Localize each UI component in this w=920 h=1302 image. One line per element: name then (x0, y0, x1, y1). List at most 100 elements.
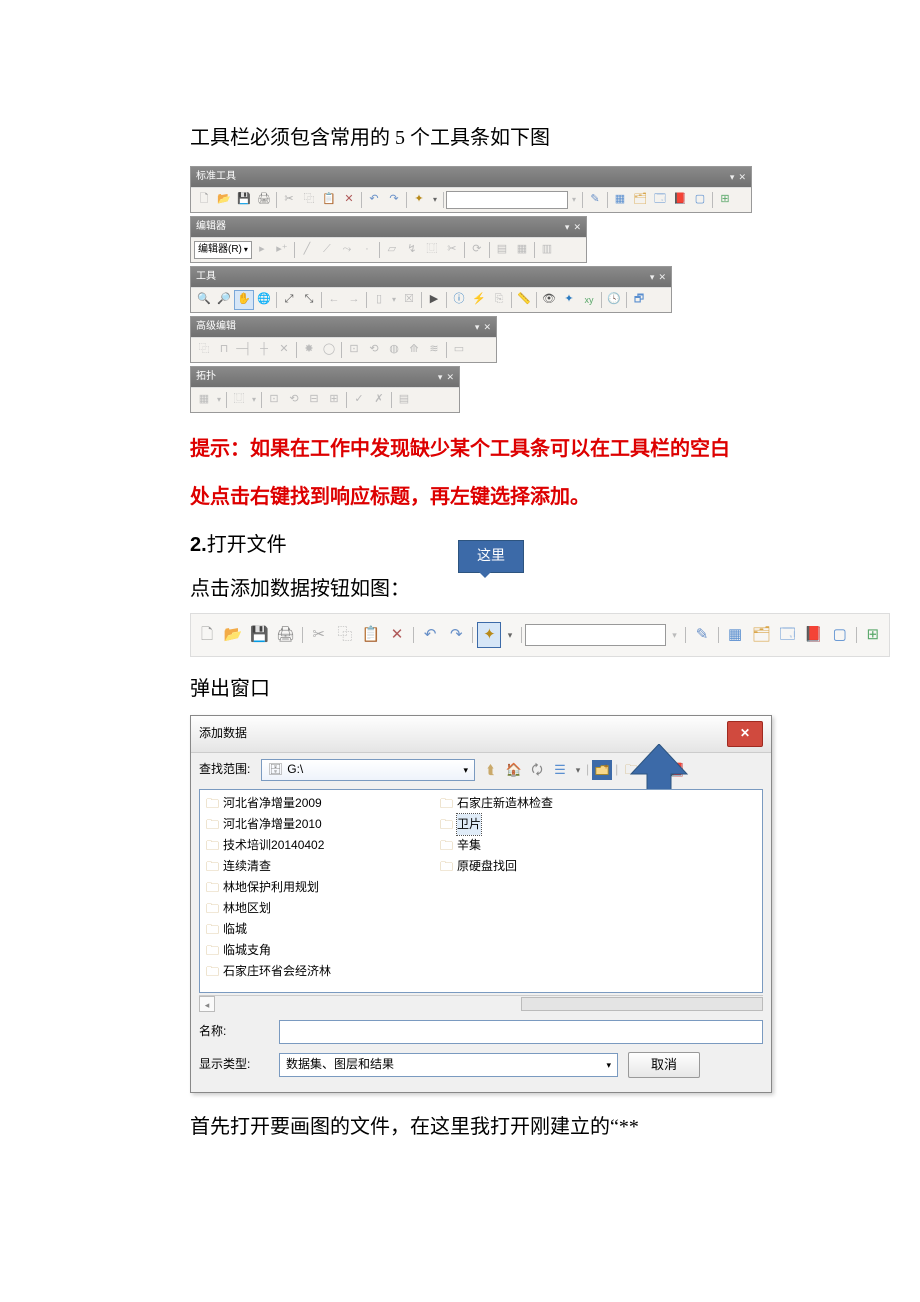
up-folder-icon[interactable]: ⮬ (481, 760, 501, 780)
python-icon[interactable]: ▢ (690, 190, 710, 210)
print-icon[interactable]: 🖨 (273, 622, 297, 648)
trace-icon[interactable]: ⤳ (337, 240, 357, 260)
scroll-left-icon[interactable]: ◂ (199, 996, 215, 1012)
topology-menu-icon[interactable]: ▦ (194, 390, 214, 410)
copy-icon[interactable]: ⿻ (333, 622, 357, 648)
edit-annotation-icon[interactable]: ▸⁺ (272, 240, 292, 260)
list-item[interactable]: 🗀临城支角 (204, 941, 398, 961)
construct-icon[interactable]: ◯ (319, 340, 339, 360)
rectangle-icon[interactable]: ▭ (449, 340, 469, 360)
python-icon[interactable]: ▢ (828, 622, 852, 648)
search-window-icon[interactable]: 🗔 (650, 190, 670, 210)
table-icon[interactable]: ▦ (723, 622, 747, 648)
paste-icon[interactable]: 📋 (319, 190, 339, 210)
dropdown-icon[interactable]: ▾ (565, 219, 570, 235)
scale-input[interactable] (446, 191, 568, 209)
list-item[interactable]: 🗀河北省净增量2010 (204, 815, 398, 835)
editor-toolbar-icon[interactable]: ✎ (690, 622, 714, 648)
fillet-icon[interactable]: ⊓ (214, 340, 234, 360)
editor-menu-dropdown[interactable]: 编辑器(R)▾ (194, 241, 252, 259)
back-icon[interactable]: ← (324, 290, 344, 310)
type-dropdown[interactable]: 数据集、图层和结果 ▾ (279, 1053, 618, 1077)
measure-icon[interactable]: 📏 (514, 290, 534, 310)
dropdown-icon[interactable]: ▾ (568, 190, 580, 210)
connect-folder-icon[interactable]: + (592, 760, 612, 780)
fix-error-icon[interactable]: ✗ (369, 390, 389, 410)
fixed-zoom-out-icon[interactable]: ⤡ (299, 290, 319, 310)
identify-icon[interactable]: ⓘ (449, 290, 469, 310)
dropdown-icon[interactable]: ▾ (503, 622, 516, 648)
dropdown-icon[interactable]: ▾ (730, 169, 735, 185)
align-edge-icon[interactable]: ⊡ (344, 340, 364, 360)
copy-icon[interactable]: ⿻ (299, 190, 319, 210)
list-item-selected[interactable]: 🗀卫片 (438, 815, 632, 835)
reshape-edge-icon[interactable]: ⊟ (304, 390, 324, 410)
explode-icon[interactable]: ✸ (299, 340, 319, 360)
find-icon[interactable]: 👁 (539, 290, 559, 310)
clear-selection-icon[interactable]: ☒ (399, 290, 419, 310)
print-icon[interactable]: 🖨 (254, 190, 274, 210)
edit-vertices-icon[interactable]: ▱ (382, 240, 402, 260)
edit-tool-icon[interactable]: ▸ (252, 240, 272, 260)
cut-polygons-icon[interactable]: ⿶ (422, 240, 442, 260)
list-item[interactable]: 🗀临城 (204, 920, 398, 940)
copy-feature-icon[interactable]: ⿻ (194, 340, 214, 360)
delete-icon[interactable]: ✕ (385, 622, 409, 648)
search-window-icon[interactable]: 🗔 (775, 622, 799, 648)
zoom-out-icon[interactable]: 🔎 (214, 290, 234, 310)
list-item[interactable]: 🗀河北省净增量2009 (204, 794, 398, 814)
scale-input[interactable] (525, 624, 666, 646)
extend-icon[interactable]: ─┤ (234, 340, 254, 360)
dropdown-icon[interactable]: ▾ (438, 369, 443, 385)
cut-icon[interactable]: ✂ (307, 622, 331, 648)
hyperlink-icon[interactable]: ⚡ (469, 290, 489, 310)
dialog-close-button[interactable]: ✕ (727, 721, 763, 747)
editor-toolbar-icon[interactable]: ✎ (585, 190, 605, 210)
save-icon[interactable]: 💾 (234, 190, 254, 210)
undo-icon[interactable]: ↶ (418, 622, 442, 648)
redo-icon[interactable]: ↷ (384, 190, 404, 210)
table-icon[interactable]: ▦ (610, 190, 630, 210)
validate-topology-icon[interactable]: ✓ (349, 390, 369, 410)
dropdown-icon[interactable]: ▾ (389, 290, 399, 310)
close-icon[interactable]: ✕ (738, 169, 746, 185)
generalize-icon[interactable]: ⟰ (404, 340, 424, 360)
save-icon[interactable]: 💾 (247, 622, 271, 648)
list-item[interactable]: 🗀林地保护利用规划 (204, 878, 398, 898)
undo-icon[interactable]: ↶ (364, 190, 384, 210)
split-icon[interactable]: ✂ (442, 240, 462, 260)
list-item[interactable]: 🗀石家庄新造林检查 (438, 794, 632, 814)
viewer-icon[interactable]: 🗗 (629, 290, 649, 310)
catalog-icon[interactable]: 🗂 (630, 190, 650, 210)
lookin-dropdown[interactable]: 🗄G:\ ▾ (261, 759, 475, 781)
html-popup-icon[interactable]: ⎘ (489, 290, 509, 310)
close-icon[interactable]: ✕ (483, 319, 491, 335)
pan-icon[interactable]: ✋ (234, 290, 254, 310)
model-builder-icon[interactable]: ⊞ (715, 190, 735, 210)
dropdown-icon[interactable]: ▾ (668, 622, 681, 648)
forward-icon[interactable]: → (344, 290, 364, 310)
arc-segment-icon[interactable]: ⟋ (317, 240, 337, 260)
line-intersect-icon[interactable]: ✕ (274, 340, 294, 360)
folder-list[interactable]: 🗀河北省净增量2009 🗀河北省净增量2010 🗀技术培训20140402 🗀连… (199, 789, 763, 993)
refresh-icon[interactable]: 🗘 (527, 760, 547, 780)
list-item[interactable]: 🗀技术培训20140402 (204, 836, 398, 856)
select-topology-icon[interactable]: ⿶ (229, 390, 249, 410)
close-icon[interactable]: ✕ (573, 219, 581, 235)
name-input[interactable] (279, 1020, 763, 1044)
list-item[interactable]: 🗀林地区划 (204, 899, 398, 919)
go-to-xy-icon[interactable]: xy (579, 290, 599, 310)
construct-geodetic-icon[interactable]: ◍ (384, 340, 404, 360)
paste-icon[interactable]: 📋 (359, 622, 383, 648)
attributes-icon[interactable]: ▤ (492, 240, 512, 260)
add-data-icon[interactable]: ✦ (409, 190, 429, 210)
toolbox-icon[interactable]: 📕 (802, 622, 826, 648)
point-icon[interactable]: · (357, 240, 377, 260)
dropdown-icon[interactable]: ▾ (249, 390, 259, 410)
sketch-properties-icon[interactable]: ▦ (512, 240, 532, 260)
dropdown-icon[interactable]: ▾ (573, 760, 583, 780)
cut-icon[interactable]: ✂ (279, 190, 299, 210)
dropdown-icon[interactable]: ▾ (475, 319, 480, 335)
trim-icon[interactable]: ┼ (254, 340, 274, 360)
dropdown-icon[interactable]: ▾ (214, 390, 224, 410)
